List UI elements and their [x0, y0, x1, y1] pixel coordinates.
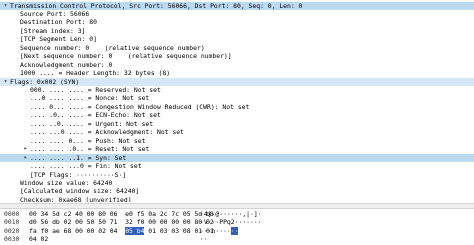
hex-ascii-text: ·· [200, 235, 208, 244]
tree-row-label: .... .... .0.. = Reset: Not set [30, 145, 150, 154]
hex-offset: 0010 [4, 218, 20, 227]
tree-row-label: .... .0.. .... = ECN-Echo: Not set [30, 111, 161, 120]
tree-row[interactable]: .... 0... .... = Congestion Window Reduc… [0, 103, 474, 111]
packet-details-tree: ▾ Transmission Control Protocol, Src Port… [0, 0, 474, 202]
packet-bytes-pane: 0000 00 34 5d c2 40 00 80 06 e0 f5 0a 2c … [0, 210, 474, 245]
tree-row[interactable]: .... .0.. .... = ECN-Echo: Not set [0, 111, 474, 119]
expand-chevron-icon[interactable]: ▾ [2, 78, 9, 86]
hex-bytes[interactable]: 00 34 5d c2 40 00 80 06 e0 f5 0a 2c 7c 0… [29, 210, 214, 218]
tree-row[interactable]: Destination Port: 80 [0, 18, 474, 26]
tree-row-label: .... .... ...0 = Fin: Not set [30, 162, 142, 171]
tree-row-label: Flags: 0x002 (SYN) [10, 77, 80, 86]
tree-row[interactable]: [TCP Segment Len: 0] [0, 35, 474, 43]
tree-row-label: Destination Port: 80 [20, 18, 97, 27]
hex-offset: 0030 [4, 235, 20, 244]
tree-row-label: [Next sequence number: 0 (relative seque… [20, 52, 232, 61]
hex-bytes-text: 04 02 [29, 235, 49, 244]
tree-row-label: [TCP Segment Len: 0] [20, 35, 97, 44]
collapse-chevron-icon[interactable]: ▸ [22, 145, 29, 153]
selected-hex-ascii: ·· [230, 226, 239, 235]
hex-ascii[interactable]: ·· [200, 235, 208, 243]
tree-row[interactable]: ▾ Transmission Control Protocol, Src Port… [0, 1, 474, 10]
tree-row[interactable]: [TCP Flags: ··········S·] [0, 171, 474, 179]
hex-bytes-text: d0 56 db 02 00 50 50 71 32 f0 00 00 00 0… [29, 218, 214, 227]
tree-row-label: .... .... 0... = Push: Not set [30, 136, 146, 145]
hex-bytes-text: 00 34 5d c2 40 00 80 06 e0 f5 0a 2c 7c 0… [29, 210, 214, 218]
hex-line: 0030 04 02 ·· [0, 235, 474, 243]
tree-row[interactable]: ▸.... .... ..1. = Syn: Set [0, 153, 474, 162]
pane-splitter[interactable] [0, 203, 474, 209]
hex-ascii-text: ·V···PPq2······· [200, 218, 262, 227]
tree-row[interactable]: .... ...0 .... = Acknowledgment: Not set [0, 128, 474, 136]
tree-row[interactable]: Window size value: 64240 [0, 179, 474, 187]
tree-row-label: .... .... ..1. = Syn: Set [30, 153, 127, 162]
hex-bytes[interactable]: d0 56 db 02 00 50 50 71 32 f0 00 00 00 0… [29, 218, 214, 226]
tree-row[interactable]: [Next sequence number: 0 (relative seque… [0, 52, 474, 60]
hex-ascii[interactable]: ···h······ [200, 226, 239, 235]
hex-bytes[interactable]: 04 02 [29, 235, 48, 243]
tree-row-label: Checksum: 0xae68 [unverified] [20, 195, 132, 202]
tree-row-label: [Stream index: 3] [20, 26, 86, 35]
expand-chevron-icon[interactable]: ▾ [2, 2, 9, 10]
collapse-chevron-icon[interactable]: ▸ [22, 154, 29, 162]
hex-line: 0000 00 34 5d c2 40 00 80 06 e0 f5 0a 2c … [0, 210, 474, 218]
tree-row-label: 000. .... .... = Reserved: Not set [30, 86, 161, 94]
tree-row-label: .... 0... .... = Congestion Window Reduc… [30, 102, 250, 111]
hex-ascii-text: ·4]·@······,|·]· [200, 210, 262, 218]
tree-row[interactable]: Sequence number: 0 (relative sequence nu… [0, 44, 474, 52]
hex-offset: 0020 [4, 226, 20, 235]
tree-row-label: Sequence number: 0 (relative sequence nu… [20, 43, 205, 52]
hex-line: 0020 fa f0 ae 68 00 00 02 04 05 b4 01 03 … [0, 226, 474, 235]
tree-row[interactable]: Checksum: 0xae68 [unverified] [0, 196, 474, 202]
tree-row[interactable]: 1000 .... = Header Length: 32 bytes (8) [0, 69, 474, 77]
hex-bytes-text: fa f0 ae 68 00 00 02 04 [29, 226, 126, 235]
hex-ascii-text: ···h···· [200, 226, 231, 235]
selected-hex-bytes: 05 b4 [125, 226, 145, 235]
tree-row-label: Source Port: 56066 [20, 9, 90, 18]
hex-bytes[interactable]: fa f0 ae 68 00 00 02 04 05 b4 01 03 03 0… [29, 226, 214, 235]
tree-row-label: [TCP Flags: ··········S·] [30, 170, 127, 179]
tree-row-label: Transmission Control Protocol, Src Port:… [10, 1, 303, 10]
hex-offset: 0000 [4, 210, 20, 218]
tree-row[interactable]: Acknowledgment number: 0 [0, 61, 474, 69]
tree-row-label: .... ...0 .... = Acknowledgment: Not set [30, 128, 184, 137]
tree-row-label: ...0 .... .... = Nonce: Not set [30, 94, 150, 103]
tree-row[interactable]: .... .... ...0 = Fin: Not set [0, 162, 474, 170]
tree-row[interactable]: .... .... 0... = Push: Not set [0, 137, 474, 145]
tree-row[interactable]: ...0 .... .... = Nonce: Not set [0, 94, 474, 102]
tree-row[interactable]: .... ..0. .... = Urgent: Not set [0, 120, 474, 128]
tree-row[interactable]: [Calculated window size: 64240] [0, 187, 474, 195]
hex-ascii[interactable]: ·V···PPq2······· [200, 218, 262, 226]
tree-row[interactable]: Source Port: 56066 [0, 10, 474, 18]
tree-row[interactable]: ▾ Flags: 0x002 (SYN) [0, 77, 474, 86]
tree-row-label: .... ..0. .... = Urgent: Not set [30, 119, 154, 128]
tree-row[interactable]: 000. .... .... = Reserved: Not set [0, 86, 474, 94]
tree-row[interactable]: [Stream index: 3] [0, 27, 474, 35]
tree-row-label: [Calculated window size: 64240] [20, 187, 140, 196]
tree-row-label: 1000 .... = Header Length: 32 bytes (8) [20, 69, 171, 78]
tree-row-label: Window size value: 64240 [20, 178, 113, 187]
hex-ascii[interactable]: ·4]·@······,|·]· [200, 210, 262, 218]
tree-row[interactable]: ▸.... .... .0.. = Reset: Not set [0, 145, 474, 153]
tree-row-label: Acknowledgment number: 0 [20, 60, 113, 69]
hex-line: 0010 d0 56 db 02 00 50 50 71 32 f0 00 00 … [0, 218, 474, 226]
